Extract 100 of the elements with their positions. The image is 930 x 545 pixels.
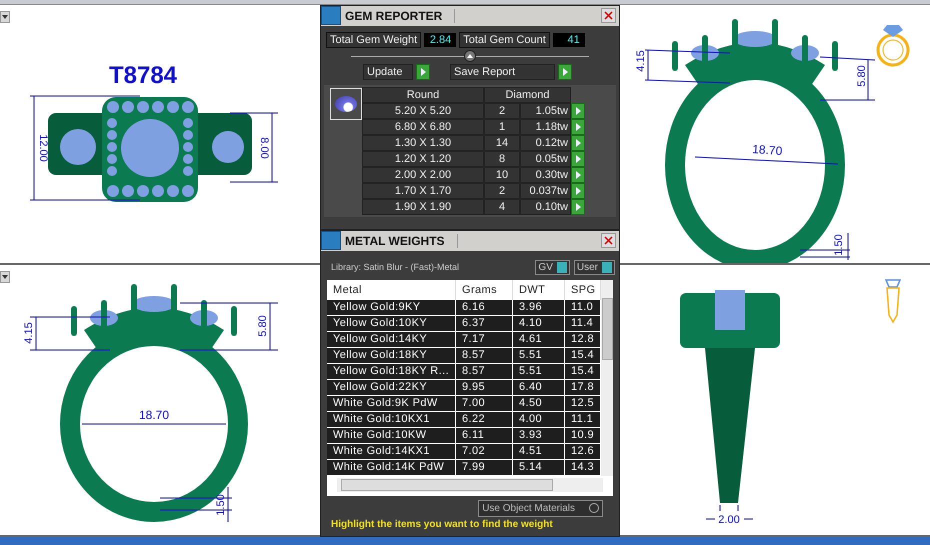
table-cell: 6.80 X 6.80 (362, 118, 484, 135)
table-cell: Yellow Gold:18KY (327, 348, 456, 364)
table-cell: 2 (484, 182, 520, 199)
toggle-icon (556, 262, 567, 273)
collapse-button[interactable] (464, 50, 476, 62)
table-cell: Yellow Gold:22KY (327, 380, 456, 396)
table-cell: 15.4 (565, 348, 601, 364)
table-cell: White Gold:10KW (327, 428, 456, 444)
close-button[interactable] (601, 233, 616, 248)
caret-icon (2, 274, 8, 279)
table-cell: 3.93 (513, 428, 565, 444)
table-cell: Yellow Gold:10KY (327, 316, 456, 332)
table-cell: White Gold:9K PdW (327, 396, 456, 412)
arrow-button[interactable] (571, 118, 585, 135)
table-cell: 3.96 (513, 300, 565, 316)
dimension-label: 18.70 (138, 408, 170, 422)
table-cell: 14.3 (565, 460, 601, 476)
table-cell: 4.61 (513, 332, 565, 348)
table-cell: 1.70 X 1.70 (362, 182, 484, 199)
table-cell: 4.51 (513, 444, 565, 460)
table-cell: 17.8 (565, 380, 601, 396)
dimension-label: 5.80 (856, 65, 868, 87)
table-cell: Yellow Gold:18KY R... (327, 364, 456, 380)
toggle-button[interactable]: User (574, 260, 615, 275)
table-cell: 0.05tw (520, 150, 571, 167)
table-cell: 5.51 (513, 348, 565, 364)
hint-text: Highlight the items you want to find the weight (330, 518, 554, 530)
option-button[interactable]: Use Object Materials (478, 500, 603, 517)
ring-icon (876, 24, 910, 66)
table-cell: 1.18tw (520, 118, 571, 135)
value-field: 2.84 (424, 32, 456, 47)
toggle-icon (602, 262, 612, 273)
close-button[interactable] (601, 8, 616, 24)
ring-icon (884, 279, 902, 324)
table-cell: 11.1 (565, 412, 601, 428)
model-title: T8784 (108, 62, 178, 89)
table-cell: 10.9 (565, 428, 601, 444)
table-cell: 5.14 (513, 460, 565, 476)
arrow-button[interactable] (558, 64, 572, 80)
panel-title: METAL WEIGHTS (345, 234, 458, 248)
table-cell: 1.05tw (520, 102, 571, 119)
table-cell: 8.57 (456, 348, 513, 364)
table-cell: 6.40 (513, 380, 565, 396)
dropdown-button[interactable] (0, 10, 10, 23)
value-field: 41 (552, 32, 585, 47)
close-icon (604, 236, 613, 246)
table-cell: Yellow Gold:9KY (327, 300, 456, 316)
table-cell: 8.57 (456, 364, 513, 380)
table-cell: 4.00 (513, 412, 565, 428)
table-cell: 4.50 (513, 396, 565, 412)
toggle-button[interactable]: GV (535, 260, 570, 275)
table-cell: 1.20 X 1.20 (362, 150, 484, 167)
text-button[interactable]: Save Report (450, 64, 555, 80)
column-header: Diamond (484, 86, 571, 103)
text-button[interactable]: Update (363, 64, 413, 80)
dimension-label: 12.00 (37, 134, 49, 162)
table-cell: 12.6 (565, 444, 601, 460)
table-cell: White Gold:10KX1 (327, 412, 456, 428)
table-cell: 7.02 (456, 444, 513, 460)
table-cell: 7.99 (456, 460, 513, 476)
table-cell: 11.4 (565, 316, 601, 332)
close-icon (604, 11, 613, 20)
table-cell: 6.16 (456, 300, 513, 316)
scrollbar[interactable] (601, 280, 613, 476)
table-cell: 1 (484, 118, 520, 135)
dimension-label: 2.00 (718, 514, 740, 526)
table-cell: 12.8 (565, 332, 601, 348)
caret-icon (467, 54, 473, 58)
arrow-button[interactable] (416, 64, 430, 80)
radio-icon (589, 503, 599, 514)
table-cell: 14 (484, 134, 520, 151)
dimension-label: 18.70 (752, 142, 783, 158)
field-label: Total Gem Weight (326, 32, 422, 48)
table-cell: 4 (484, 198, 520, 215)
table-cell: 6.11 (456, 428, 513, 444)
library-label: Library: Satin Blur - (Fast)-Metal (331, 262, 460, 272)
table-cell: 7.17 (456, 332, 513, 348)
table-cell: 6.37 (456, 316, 513, 332)
arrow-button[interactable] (571, 134, 585, 151)
arrow-button[interactable] (571, 198, 585, 215)
caret-icon (2, 14, 8, 19)
dimension-label: 5.80 (257, 315, 269, 337)
table-cell: 1.90 X 1.90 (362, 198, 484, 215)
scrollbar[interactable] (337, 478, 603, 492)
column-header: Round (362, 86, 484, 103)
arrow-button[interactable] (571, 150, 585, 167)
arrow-button[interactable] (571, 102, 585, 119)
table-cell: 0.12tw (520, 134, 571, 151)
table-cell: 2.00 X 2.00 (362, 166, 484, 183)
table-cell: 7.00 (456, 396, 513, 412)
arrow-button[interactable] (571, 166, 585, 183)
arrow-button[interactable] (571, 182, 585, 199)
table-cell: 5.20 X 5.20 (362, 102, 484, 119)
table-cell: Yellow Gold:14KY (327, 332, 456, 348)
table-cell: White Gold:14KX1 (327, 444, 456, 460)
table-cell: 0.30tw (520, 166, 571, 183)
play-icon (420, 68, 426, 76)
dropdown-button[interactable] (0, 270, 10, 283)
table-cell: 4.10 (513, 316, 565, 332)
table-cell: 2 (484, 102, 520, 119)
